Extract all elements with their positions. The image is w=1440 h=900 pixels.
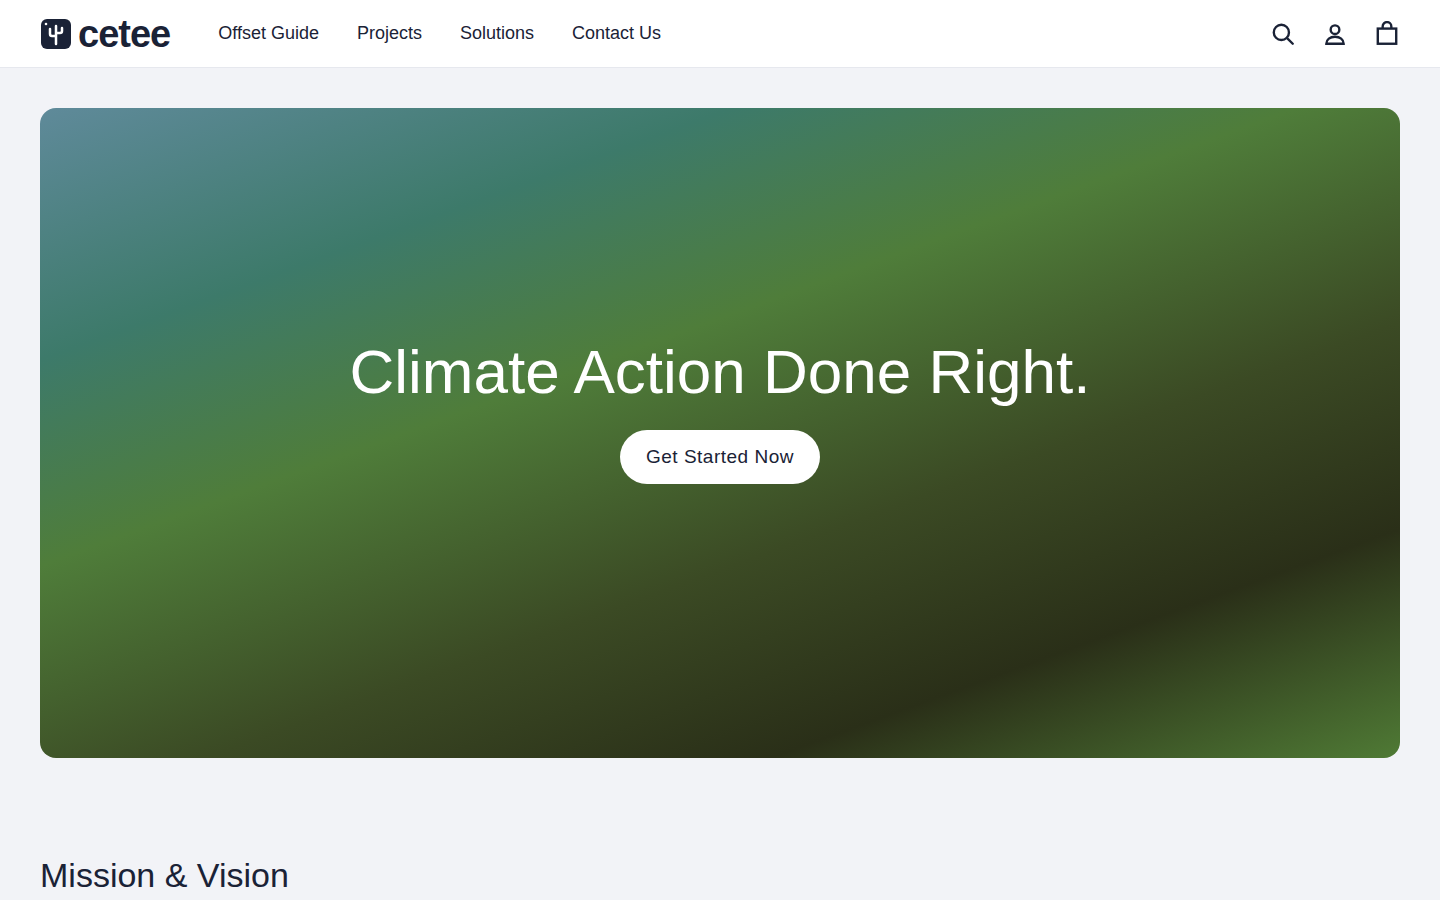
section-title: Mission & Vision: [40, 855, 1400, 896]
logo-text: cetee: [78, 15, 170, 53]
header-icons: [1270, 21, 1400, 47]
cart-icon[interactable]: [1374, 21, 1400, 47]
nav-link[interactable]: Solutions: [460, 20, 534, 47]
nav-link[interactable]: Projects: [357, 20, 422, 47]
main-content: Climate Action Done Right. Get Started No…: [0, 68, 1440, 896]
nav-link[interactable]: Contact Us: [572, 20, 661, 47]
hero-banner: Climate Action Done Right. Get Started No…: [40, 108, 1400, 758]
site-header: cetee Offset Guide Projects Solutions Contac…: [0, 0, 1440, 68]
search-icon[interactable]: [1270, 21, 1296, 47]
nav-link[interactable]: Offset Guide: [218, 20, 319, 47]
account-icon[interactable]: [1322, 21, 1348, 47]
hero-title: Climate Action Done Right.: [350, 338, 1091, 406]
main-nav: Offset Guide Projects Solutions Contact Us: [218, 20, 661, 47]
logo[interactable]: cetee: [40, 15, 170, 53]
get-started-button[interactable]: Get Started Now: [620, 430, 820, 485]
cactus-logo-icon: [40, 18, 72, 50]
